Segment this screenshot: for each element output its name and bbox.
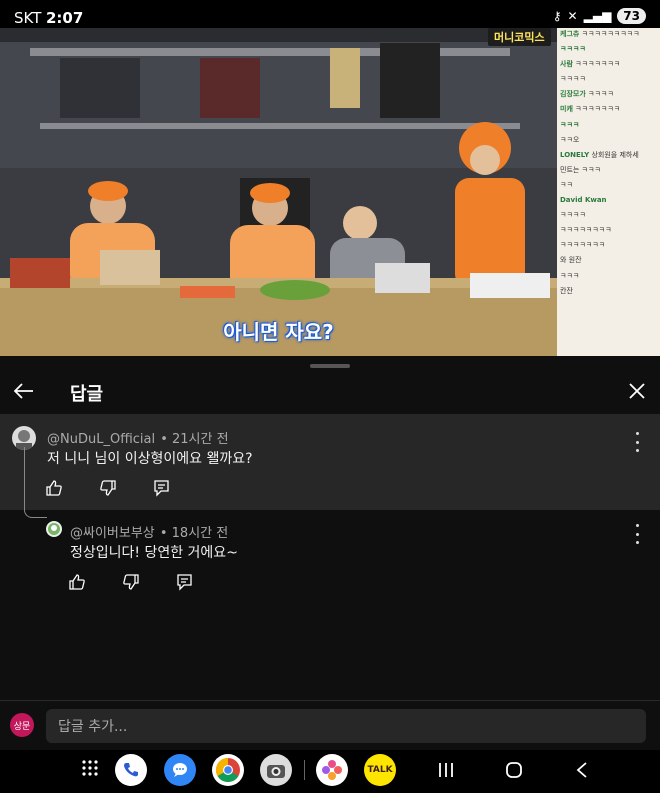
comment-handle[interactable]: @NuDuL_Official: [47, 432, 155, 447]
comment-actions: [42, 476, 174, 500]
home-icon[interactable]: [505, 761, 523, 779]
chat-line: ㅋㅋㅋㅋㅋㅋㅋㅋ: [560, 226, 612, 235]
replies-header: 답글: [0, 370, 660, 414]
chat-line: ㅋㅋㅋㅋ: [560, 75, 586, 84]
status-icons: ⚷ ✕ ▂▄▆ 73: [553, 8, 646, 24]
video-frame: [0, 28, 557, 356]
key-icon: ⚷: [552, 9, 562, 23]
kakaotalk-app-icon[interactable]: TALK: [364, 754, 396, 786]
reply-icon[interactable]: [173, 570, 197, 594]
reply-input-placeholder: 답글 추가...: [58, 719, 128, 735]
camera-app-icon[interactable]: [260, 754, 292, 786]
reply-text: 정상입니다! 당연한 거에요~: [70, 545, 238, 561]
reply-actions: [65, 570, 197, 594]
reply-meta: @싸이버보부상 • 18시간 전: [70, 522, 228, 541]
channel-badge: 머니코믹스: [488, 28, 551, 46]
chat-line: 김장모가 ㅋㅋㅋㅋ: [560, 90, 614, 99]
gallery-app-icon[interactable]: [316, 754, 348, 786]
apps-grid-icon[interactable]: [82, 760, 98, 776]
video-player[interactable]: 머니코믹스 아니면 자요? 케그츄 ㅋㅋㅋㅋㅋㅋㅋㅋㅋ ㅋㅋㅋㅋ 사람 ㅋㅋㅋㅋ…: [0, 28, 660, 356]
parent-comment: @NuDuL_Official • 21시간 전 저 니니 님이 이상형이에요 …: [0, 414, 660, 510]
chat-line: 와 원잔: [560, 256, 582, 265]
chat-line: 칸잔: [560, 286, 573, 295]
thread-connector: [24, 447, 47, 518]
clock: 2:07: [46, 9, 84, 27]
avatar[interactable]: [46, 521, 62, 537]
more-options-icon[interactable]: [633, 524, 641, 544]
messages-app-icon[interactable]: [164, 754, 196, 786]
chat-line: ㅋㅋㅋㅋ: [560, 211, 586, 220]
dock-divider: [304, 760, 305, 780]
comment-time: • 21시간 전: [160, 432, 229, 447]
comment-text: 저 니니 님이 이상형이에요 왤까요?: [47, 451, 253, 467]
dislike-icon[interactable]: [96, 476, 120, 500]
chat-line: David Kwan: [560, 196, 607, 205]
reply-handle[interactable]: @싸이버보부상: [70, 526, 155, 541]
live-chat-panel: 케그츄 ㅋㅋㅋㅋㅋㅋㅋㅋㅋ ㅋㅋㅋㅋ 사람 ㅋㅋㅋㅋㅋㅋㅋ ㅋㅋㅋㅋ 김장모가 …: [557, 28, 660, 356]
chat-line: 미캐 ㅋㅋㅋㅋㅋㅋㅋ: [560, 105, 621, 114]
reply-time: • 18시간 전: [159, 526, 229, 541]
reply-input[interactable]: 답글 추가...: [46, 709, 646, 743]
chat-line: 케그츄 ㅋㅋㅋㅋㅋㅋㅋㅋㅋ: [560, 30, 640, 38]
chat-line: ㅋㅋㅋ: [560, 271, 580, 280]
reply-icon[interactable]: [150, 476, 174, 500]
recent-apps-icon[interactable]: [437, 762, 455, 778]
battery-indicator: 73: [617, 8, 646, 24]
chat-line: ㅋㅋㅋㅋㅋㅋㅋ: [560, 241, 606, 250]
video-subtitle: 아니면 자요?: [223, 320, 334, 344]
mute-icon: ✕: [567, 9, 578, 23]
phone-app-icon[interactable]: [115, 754, 147, 786]
chat-line: ㅋㅋ오: [560, 135, 580, 144]
chat-line: ㅋㅋㅋ: [560, 120, 580, 129]
navigation-bar: TALK: [0, 750, 660, 793]
chat-line: LONELY 상회원을 제하세: [560, 150, 639, 159]
page-title: 답글: [70, 384, 104, 405]
carrier-label: SKT: [14, 9, 42, 27]
back-arrow-icon[interactable]: [8, 375, 40, 407]
chat-line: ㅋㅋㅋㅋ: [560, 45, 586, 54]
chat-line: 민트는 ㅋㅋㅋ: [560, 165, 601, 174]
close-icon[interactable]: [621, 375, 653, 407]
chat-line: ㅋㅋ: [560, 180, 573, 189]
like-icon[interactable]: [65, 570, 89, 594]
user-avatar[interactable]: 상문: [10, 713, 34, 737]
reply-input-bar: 상문 답글 추가...: [0, 700, 660, 751]
comment-meta: @NuDuL_Official • 21시간 전: [47, 428, 229, 447]
chrome-app-icon[interactable]: [212, 754, 244, 786]
more-options-icon[interactable]: [633, 432, 641, 452]
user-avatar-label: 상문: [13, 721, 31, 732]
signal-icon: ▂▄▆: [583, 9, 612, 23]
chat-line: 사람 ㅋㅋㅋㅋㅋㅋㅋ: [560, 60, 621, 69]
sheet-drag-handle[interactable]: [310, 364, 350, 368]
kakaotalk-label: TALK: [367, 765, 393, 775]
dislike-icon[interactable]: [119, 570, 143, 594]
back-nav-icon[interactable]: [575, 761, 589, 779]
